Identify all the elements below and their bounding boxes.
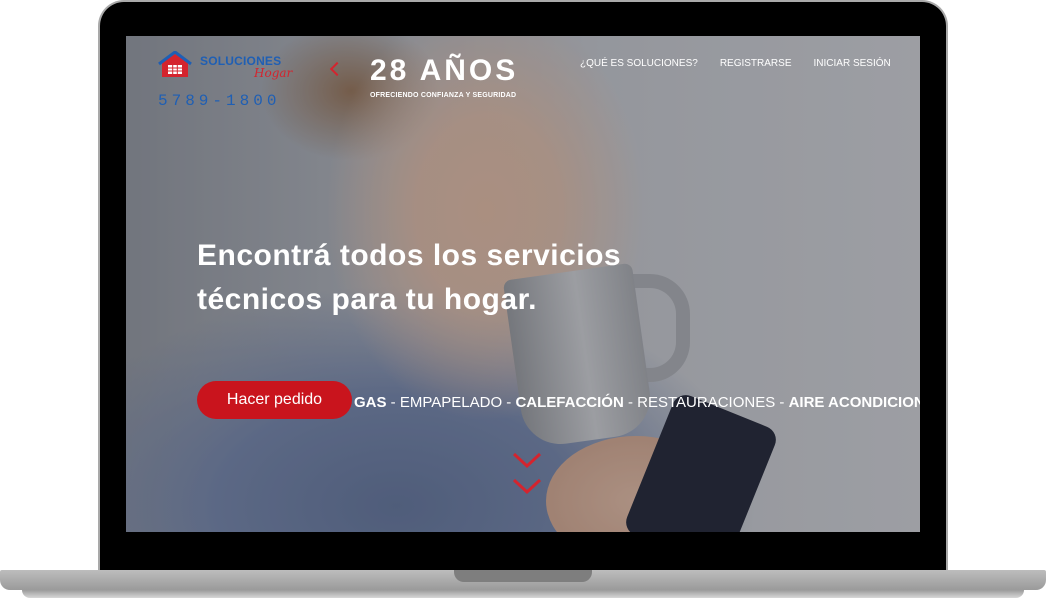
laptop-shadow [22,590,1024,598]
hero-overlay: SOLUCIONES Hogar 5789-1800 28 AÑOS OFREC… [126,36,920,532]
laptop-notch [454,570,592,582]
promo-tagline: OFRECIENDO CONFIANZA Y SEGURIDAD [370,92,517,99]
brand-phone: 5789-1800 [158,92,281,110]
promo-years: 28 AÑOS [370,54,519,87]
service-item: GAS [354,394,387,411]
service-item: AIRE ACONDICIONADO [788,394,920,411]
hero-headline: Encontrá todos los servicios técnicos pa… [197,239,622,316]
ticker-separator: - [623,394,638,411]
service-item: RESTAURACIONES [637,394,776,411]
nav-item-iniciar-sesion[interactable]: INICIAR SESIÓN [814,58,891,69]
brand-subtitle: Hogar [254,66,293,80]
service-item: EMPAPELADO [399,394,503,411]
house-logo-icon [158,51,192,77]
ticker-separator: - [386,394,400,411]
hacer-pedido-button[interactable]: Hacer pedido [197,381,352,419]
service-item: CALEFACCIÓN [515,394,624,411]
top-nav: ¿QUÉ ES SOLUCIONES? REGISTRARSE INICIAR … [580,58,891,69]
brand-logo[interactable]: SOLUCIONES Hogar 5789-1800 [156,46,306,110]
website-screen: SOLUCIONES Hogar 5789-1800 28 AÑOS OFREC… [126,36,920,532]
chevron-left-icon[interactable] [329,61,345,77]
ticker-separator: - [775,394,789,411]
ticker-separator: - [502,394,516,411]
nav-item-que-es[interactable]: ¿QUÉ ES SOLUCIONES? [580,58,698,69]
nav-item-registrarse[interactable]: REGISTRARSE [720,58,792,69]
services-ticker: GAS - EMPAPELADO - CALEFACCIÓN - RESTAUR… [354,394,920,411]
scroll-down-icon[interactable] [512,450,542,500]
